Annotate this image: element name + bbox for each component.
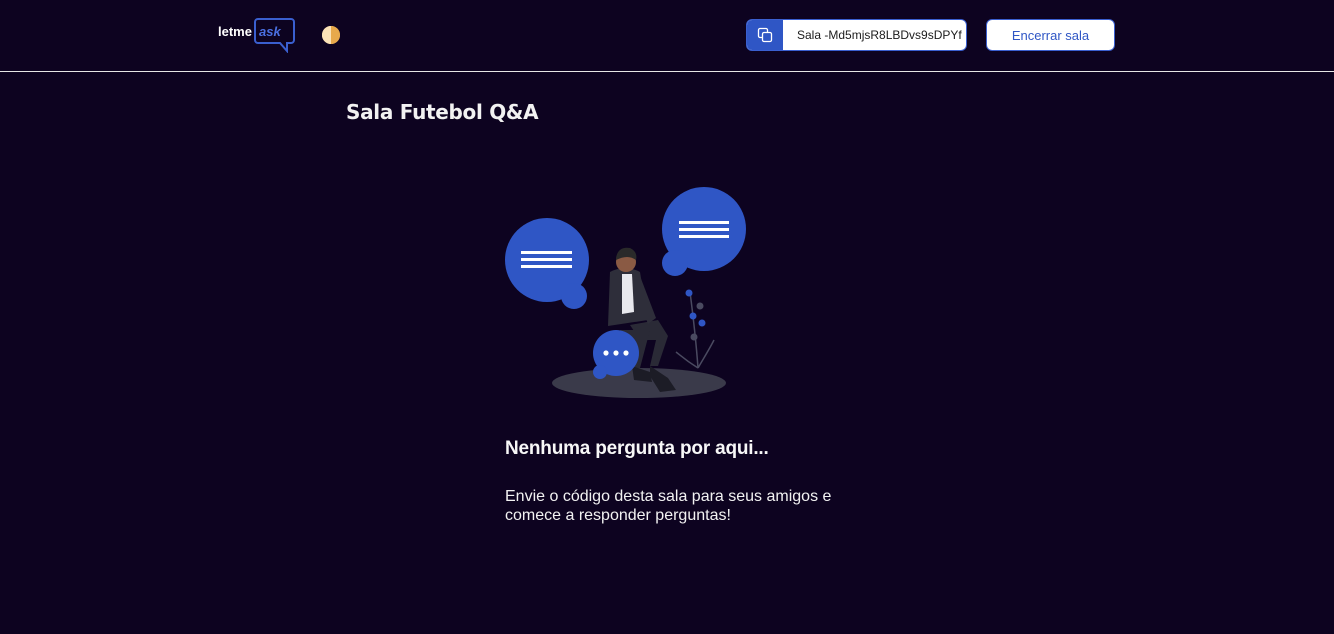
logo-text-accent: ask (259, 24, 281, 39)
empty-state-title: Nenhuma pergunta por aqui... (505, 438, 769, 459)
header: letme ask Sala -Md5mjsR8LBDvs9sDPYf Ence… (0, 0, 1334, 72)
close-room-button[interactable]: Encerrar sala (986, 19, 1115, 51)
copy-icon (757, 27, 773, 43)
logo-text-main: letme (218, 24, 252, 39)
page-title: Sala Futebol Q&A (346, 100, 539, 124)
theme-toggle-icon[interactable] (321, 25, 341, 45)
empty-state-description: Envie o código desta sala para seus amig… (505, 488, 832, 524)
empty-questions-illustration (505, 187, 746, 398)
letmeask-logo[interactable]: letme ask (218, 17, 296, 53)
room-code-button[interactable]: Sala -Md5mjsR8LBDvs9sDPYf (746, 19, 967, 51)
copy-button[interactable] (747, 20, 783, 50)
room-code-text: Sala -Md5mjsR8LBDvs9sDPYf (797, 28, 962, 42)
